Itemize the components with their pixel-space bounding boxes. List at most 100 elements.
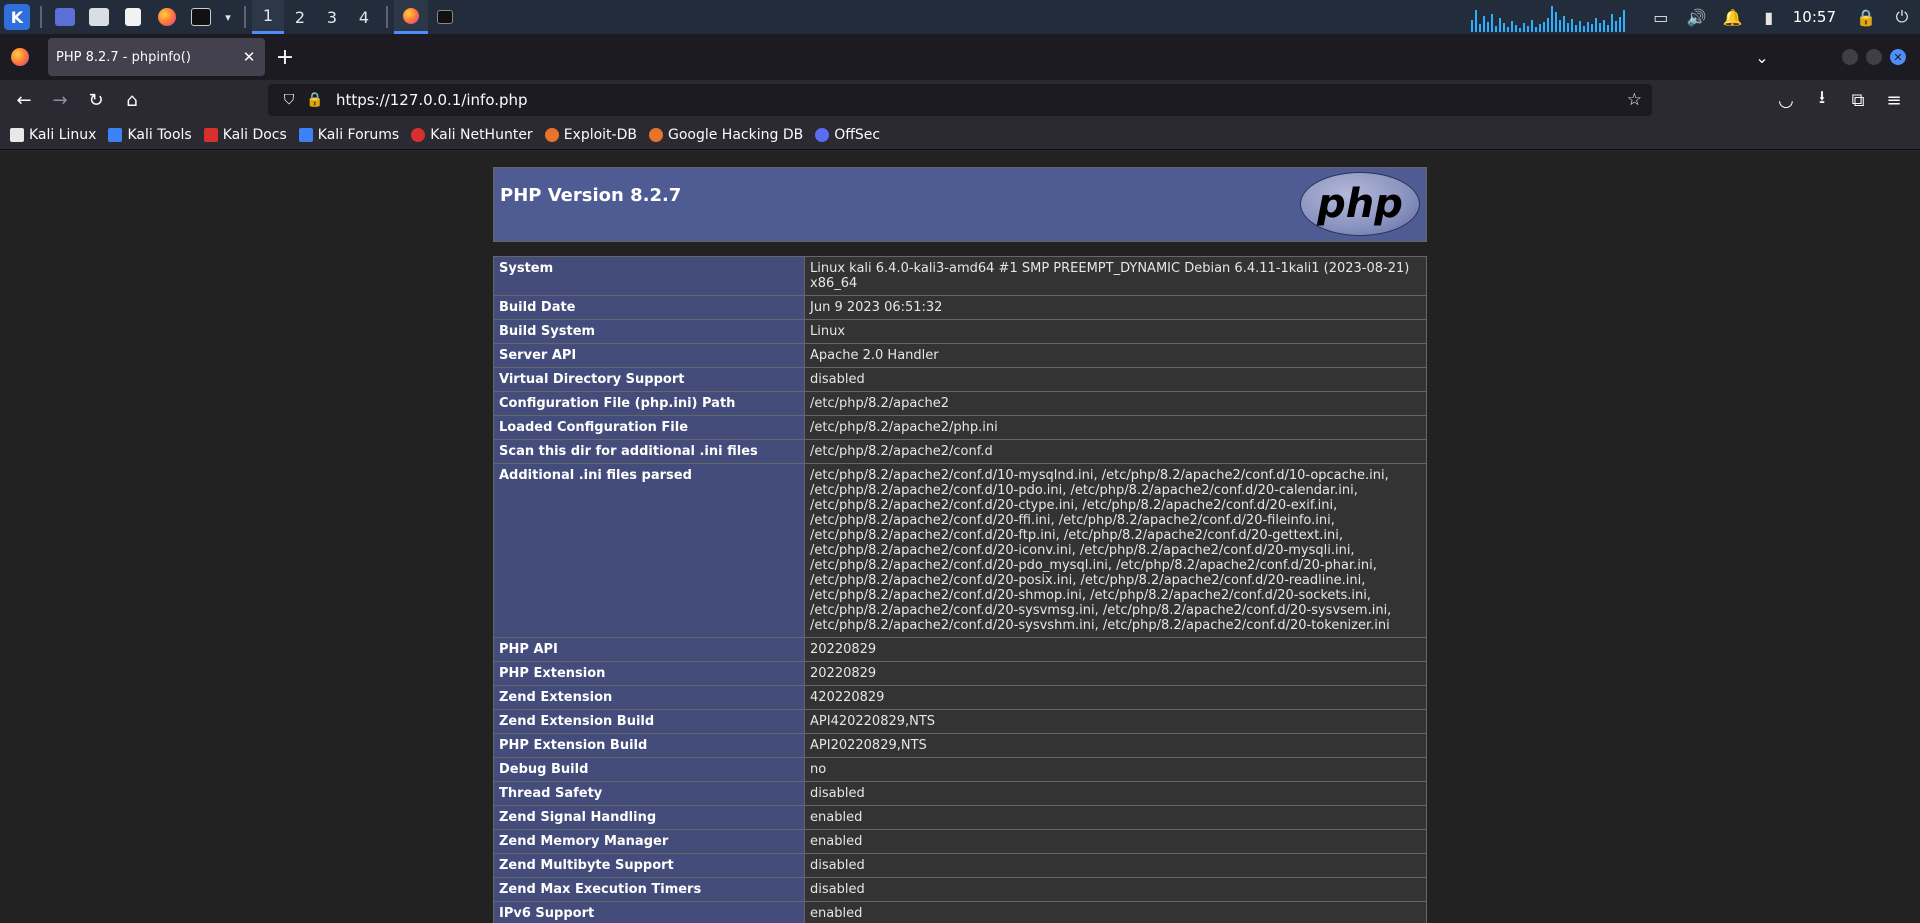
- browser-tab-bar: PHP 8.2.7 - phpinfo() ✕ + ⌄ ✕: [0, 34, 1920, 80]
- row-key: Zend Memory Manager: [493, 829, 805, 854]
- firefox-launcher[interactable]: [150, 0, 184, 34]
- workspace-2[interactable]: 2: [284, 0, 316, 34]
- tracking-protection-shield-icon[interactable]: ⛉: [278, 92, 300, 108]
- row-value: 20220829: [804, 661, 1427, 686]
- row-key: Server API: [493, 343, 805, 368]
- panel-clock[interactable]: 10:57: [1787, 8, 1848, 26]
- table-row: Zend Extension Build API420220829,NTS: [493, 709, 1427, 734]
- workspace-3[interactable]: 3: [316, 0, 348, 34]
- system-panel: K ▾ 1 2 3 4 ▭ 🔊 🔔 ▮ 10:57 🔒 ⏻: [0, 0, 1920, 34]
- list-all-tabs-button[interactable]: ⌄: [1742, 48, 1782, 67]
- table-row: Zend Max Execution Timers disabled: [493, 877, 1427, 902]
- bookmark-kali-nethunter[interactable]: Kali NetHunter: [411, 127, 533, 143]
- lock-screen-icon[interactable]: 🔒: [1848, 8, 1884, 27]
- row-key: Scan this dir for additional .ini files: [493, 439, 805, 464]
- file-manager-launcher[interactable]: [82, 0, 116, 34]
- bookmark-star-icon[interactable]: ☆: [1627, 90, 1642, 110]
- firefox-view-button[interactable]: [0, 34, 40, 80]
- close-window-button[interactable]: ✕: [1890, 49, 1906, 65]
- new-tab-button[interactable]: +: [265, 34, 305, 80]
- lock-icon[interactable]: 🔒: [304, 92, 326, 108]
- php-logo[interactable]: php: [1300, 172, 1420, 236]
- workspace-4[interactable]: 4: [348, 0, 380, 34]
- firefox-icon: [158, 8, 176, 26]
- row-value: disabled: [804, 367, 1427, 392]
- row-key: System: [493, 256, 805, 296]
- row-key: Virtual Directory Support: [493, 367, 805, 392]
- terminal-icon: [437, 10, 453, 24]
- kali-forums-icon: [298, 127, 313, 142]
- power-icon[interactable]: ⏻: [1884, 7, 1920, 27]
- workspace-label: 1: [262, 6, 274, 25]
- kali-linux-icon: [10, 127, 24, 142]
- home-button[interactable]: ⌂: [114, 84, 150, 116]
- panel-separator: [386, 6, 388, 28]
- tab-phpinfo[interactable]: PHP 8.2.7 - phpinfo() ✕: [48, 38, 265, 76]
- bookmark-label: Kali Linux: [29, 126, 97, 143]
- extensions-button[interactable]: ⧉: [1840, 84, 1876, 116]
- bookmark-offsec[interactable]: OffSec: [815, 127, 880, 143]
- kali-dragon-icon: K: [4, 4, 30, 30]
- back-button[interactable]: ←: [6, 84, 42, 116]
- row-key: Debug Build: [493, 757, 805, 782]
- table-row: PHP Extension 20220829: [493, 661, 1427, 686]
- app-menu-button[interactable]: ≡: [1876, 84, 1912, 116]
- bookmark-label: Kali Forums: [317, 126, 400, 143]
- volume-icon[interactable]: 🔊: [1679, 8, 1715, 27]
- url-bar[interactable]: ⛉ 🔒 https://127.0.0.1/info.php ☆: [268, 84, 1652, 116]
- table-row: Thread Safety disabled: [493, 781, 1427, 806]
- battery-icon[interactable]: ▮: [1751, 8, 1787, 27]
- forward-button[interactable]: →: [42, 84, 78, 116]
- launcher-dropdown[interactable]: ▾: [218, 0, 238, 34]
- workspace-1[interactable]: 1: [252, 0, 284, 34]
- download-icon: ⭳: [1818, 87, 1826, 108]
- row-key: Zend Signal Handling: [493, 805, 805, 830]
- taskbar-terminal-window[interactable]: [428, 0, 462, 34]
- row-value: 20220829: [804, 637, 1427, 662]
- screen-share-icon[interactable]: ▭: [1643, 8, 1679, 27]
- bookmark-kali-tools[interactable]: Kali Tools: [108, 127, 192, 143]
- row-key: Zend Multibyte Support: [493, 853, 805, 878]
- row-key: Build Date: [493, 295, 805, 320]
- plus-icon: +: [275, 44, 295, 70]
- bookmark-kali-linux[interactable]: Kali Linux: [10, 127, 96, 143]
- panel-separator: [244, 6, 246, 28]
- maximize-window-button[interactable]: [1866, 49, 1882, 65]
- downloads-button[interactable]: ⭳: [1804, 84, 1840, 116]
- terminal-launcher[interactable]: [184, 0, 218, 34]
- show-desktop-button[interactable]: [48, 0, 82, 34]
- bookmark-exploit-db[interactable]: Exploit-DB: [544, 126, 637, 143]
- table-row: Additional .ini files parsed/etc/php/8.2…: [493, 463, 1427, 638]
- taskbar-firefox-window[interactable]: [394, 0, 428, 34]
- row-value: /etc/php/8.2/apache2/conf.d: [804, 439, 1427, 464]
- bookmark-kali-forums[interactable]: Kali Forums: [298, 126, 400, 143]
- table-row: System Linux kali 6.4.0-kali3-amd64 #1 SM…: [493, 256, 1427, 296]
- bookmark-google-hacking-db[interactable]: Google Hacking DB: [648, 127, 803, 143]
- row-value: 420220829: [804, 685, 1427, 710]
- pocket-button[interactable]: ◡: [1768, 84, 1804, 116]
- page-content: PHP Version 8.2.7 php System Linux kali 6…: [0, 151, 1920, 923]
- close-tab-icon[interactable]: ✕: [241, 48, 257, 66]
- row-value: /etc/php/8.2/apache2/php.ini: [804, 415, 1427, 440]
- table-row: IPv6 Support enabled: [493, 901, 1427, 923]
- table-row: Configuration File (php.ini) Path/etc/ph…: [493, 391, 1427, 416]
- notifications-bell-icon[interactable]: 🔔: [1715, 8, 1751, 27]
- close-icon: ✕: [1893, 50, 1903, 64]
- kali-nethunter-icon: [411, 127, 426, 142]
- pocket-icon: ◡: [1778, 89, 1794, 111]
- url-text[interactable]: https://127.0.0.1/info.php: [336, 91, 1627, 109]
- row-value: no: [804, 757, 1427, 782]
- bookmark-kali-docs[interactable]: Kali Docs: [203, 127, 287, 143]
- reload-button[interactable]: ↻: [78, 84, 114, 116]
- panel-separator: [40, 6, 42, 28]
- page-title: PHP Version 8.2.7: [500, 185, 682, 206]
- table-row: Scan this dir for additional .ini files /…: [493, 439, 1427, 464]
- row-key: PHP Extension: [493, 661, 805, 686]
- kali-menu-button[interactable]: K: [0, 0, 34, 34]
- bookmark-label: Exploit-DB: [563, 126, 637, 143]
- text-editor-launcher[interactable]: [116, 0, 150, 34]
- reload-icon: ↻: [88, 89, 104, 111]
- navigation-toolbar: ← → ↻ ⌂ ⛉ 🔒 https://127.0.0.1/info.php ☆…: [0, 80, 1920, 120]
- row-key: Additional .ini files parsed: [493, 463, 805, 638]
- minimize-window-button[interactable]: [1842, 49, 1858, 65]
